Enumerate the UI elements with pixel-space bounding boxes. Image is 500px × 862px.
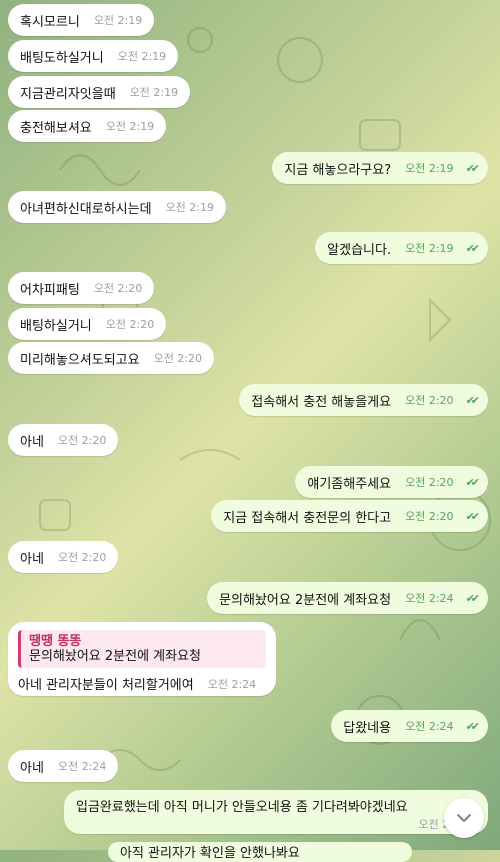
message-bubble-outgoing-long: 입금완료했는데 아직 머니가 안들오네용 좀 기다려봐야겠네요 오전 2:2 [64, 790, 488, 834]
message-text: 배팅하실거니 [20, 318, 92, 334]
message-time: 오전 2:19 [93, 14, 143, 27]
message-bubble-incoming: 아네 오전 2:20 [8, 424, 119, 456]
message-bubble-incoming: 미리해놓으셔도되고요 오전 2:20 [8, 342, 215, 374]
message-text: 아네 [20, 551, 44, 567]
message-text: 혹시모르니 [20, 14, 80, 30]
message-time: 오전 2:19 [165, 201, 215, 214]
message-bubble-incoming: 어차피패팅 오전 2:20 [8, 272, 155, 304]
message-bubble-incoming: 배팅하실거니 오전 2:20 [8, 308, 167, 340]
double-check-icon: ✔✔ [465, 241, 481, 255]
message-time: 오전 2:19 [129, 86, 179, 99]
message-time: 오전 2:20 [153, 352, 203, 365]
message-text: 지금 해놓으라구요? [284, 162, 392, 178]
double-check-icon: ✔✔ [465, 509, 481, 523]
chat-area: 혹시모르니 오전 2:19 배팅도하실거니 오전 2:19 지금관리자잇을때 오… [0, 0, 500, 862]
message-time: 오전 2:19 [105, 120, 155, 133]
message-bubble-partial: 아직 관리자가 확인을 안했나봐요 [108, 842, 412, 862]
double-check-icon: ✔✔ [465, 591, 481, 605]
double-check-icon: ✔✔ [465, 161, 481, 175]
message-text: 접속해서 충전 해놓을게요 [251, 394, 392, 410]
double-check-icon: ✔✔ [465, 719, 481, 733]
message-bubble-outgoing: 얘기좀해주세요 오전 2:20 ✔✔ [295, 466, 488, 498]
message-text: 문의해놨어요 2분전에 계좌요청 [219, 592, 392, 608]
message-time: 오전 2:20 ✔✔ [405, 509, 481, 524]
message-bubble-incoming: 지금관리자잇을때 오전 2:19 [8, 76, 191, 108]
quote-author: 땡땡 똥똥 [29, 634, 82, 649]
message-time: 오전 2:24 [57, 760, 107, 773]
message-text: 어차피패팅 [20, 282, 80, 298]
message-time: 오전 2:20 [93, 282, 143, 295]
message-time: 오전 2:19 ✔✔ [405, 161, 481, 176]
message-bubble-outgoing: 지금 해놓으라구요? 오전 2:19 ✔✔ [272, 152, 488, 184]
message-text: 얘기좀해주세요 [307, 476, 392, 492]
message-text: 아네 관리자분들이 처리할거에여 [18, 678, 194, 693]
message-bubble-incoming: 배팅도하실거니 오전 2:19 [8, 40, 179, 72]
message-time: 오전 2:24 [207, 677, 257, 691]
message-bubble-incoming: 아네 오전 2:24 [8, 750, 119, 782]
message-time: 오전 2:20 ✔✔ [405, 475, 481, 490]
message-bubble-reply: 땡땡 똥똥 문의해놨어요 2분전에 계좌요청 아네 관리자분들이 처리할거에여 … [8, 622, 276, 696]
message-bubble-outgoing: 문의해놨어요 2분전에 계좌요청 오전 2:24 ✔✔ [207, 582, 488, 614]
message-bubble-incoming: 아녀편하신대로하시는데 오전 2:19 [8, 191, 227, 223]
message-text: 답왔네용 [343, 720, 392, 736]
message-text: 알겠습니다. [327, 242, 392, 258]
reply-quote[interactable]: 땡땡 똥똥 문의해놨어요 2분전에 계좌요청 [18, 630, 266, 668]
message-time: 오전 2:19 ✔✔ [405, 241, 481, 256]
message-bubble-outgoing: 지금 접속해서 충전문의 한다고 오전 2:20 ✔✔ [211, 500, 488, 532]
message-text: 아직 관리자가 확인을 안했나봐요 [120, 846, 300, 861]
chevron-down-icon [456, 813, 472, 823]
message-text: 입금완료했는데 아직 머니가 안들오네용 좀 기다려봐야겠네요 [76, 800, 408, 815]
message-text: 지금관리자잇을때 [20, 86, 116, 102]
message-bubble-outgoing: 답왔네용 오전 2:24 ✔✔ [331, 710, 488, 742]
message-text: 아네 [20, 760, 44, 776]
message-time: 오전 2:20 [57, 434, 107, 447]
message-time: 오전 2:24 ✔✔ [405, 591, 481, 606]
message-text: 아녀편하신대로하시는데 [20, 201, 152, 217]
message-time: 오전 2:24 ✔✔ [405, 719, 481, 734]
message-text: 충전해보셔요 [20, 120, 92, 136]
message-text: 지금 접속해서 충전문의 한다고 [223, 510, 392, 526]
message-time: 오전 2:20 ✔✔ [405, 393, 481, 408]
scroll-to-bottom-button[interactable] [444, 798, 484, 838]
message-bubble-incoming: 아네 오전 2:20 [8, 541, 119, 573]
message-bubble-outgoing: 알겠습니다. 오전 2:19 ✔✔ [315, 232, 488, 264]
quote-text: 문의해놨어요 2분전에 계좌요청 [29, 649, 202, 664]
message-time: 오전 2:20 [57, 551, 107, 564]
message-time: 오전 2:20 [105, 318, 155, 331]
message-time: 오전 2:19 [117, 50, 167, 63]
message-bubble-incoming: 혹시모르니 오전 2:19 [8, 4, 155, 36]
message-text: 미리해놓으셔도되고요 [20, 352, 140, 368]
double-check-icon: ✔✔ [465, 475, 481, 489]
double-check-icon: ✔✔ [465, 393, 481, 407]
message-text: 배팅도하실거니 [20, 50, 104, 66]
message-bubble-outgoing: 접속해서 충전 해놓을게요 오전 2:20 ✔✔ [239, 384, 488, 416]
message-bubble-incoming: 충전해보셔요 오전 2:19 [8, 110, 167, 142]
message-text: 아네 [20, 434, 44, 450]
